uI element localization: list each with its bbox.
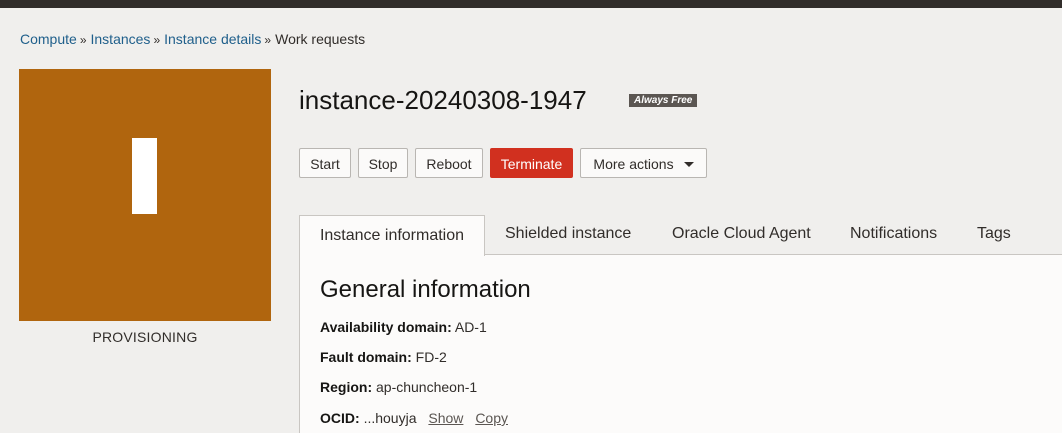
- tab-instance-information[interactable]: Instance information: [299, 215, 485, 256]
- status-label: PROVISIONING: [92, 329, 198, 345]
- stop-button[interactable]: Stop: [358, 148, 408, 178]
- ocid-show-link[interactable]: Show: [428, 410, 463, 426]
- fault-domain-label: Fault domain:: [320, 349, 412, 365]
- availability-domain-label: Availability domain:: [320, 319, 452, 335]
- terminate-button[interactable]: Terminate: [490, 148, 573, 178]
- ocid-label: OCID:: [320, 410, 360, 426]
- reboot-button[interactable]: Reboot: [415, 148, 483, 178]
- tab-tags[interactable]: Tags: [977, 215, 1011, 255]
- start-button[interactable]: Start: [299, 148, 351, 178]
- tab-shielded-instance[interactable]: Shielded instance: [505, 215, 631, 255]
- more-actions-label: More actions: [593, 156, 674, 172]
- instance-status-icon: [19, 69, 271, 321]
- always-free-badge: Always Free: [629, 94, 698, 107]
- breadcrumb-instances[interactable]: Instances: [91, 31, 151, 47]
- breadcrumb: Compute» Instances» Instance details» Work …: [20, 30, 365, 49]
- region-value: ap-chuncheon-1: [376, 379, 478, 395]
- ocid-row: OCID: ...houyja Show Copy: [320, 409, 508, 427]
- instance-letter-icon: [132, 138, 157, 214]
- breadcrumb-compute[interactable]: Compute: [20, 31, 77, 47]
- caret-down-icon: [683, 161, 694, 167]
- ocid-value: ...houyja: [363, 410, 417, 426]
- more-actions-button[interactable]: More actions: [580, 148, 707, 178]
- breadcrumb-separator: »: [264, 33, 272, 47]
- tab-notifications[interactable]: Notifications: [850, 215, 937, 255]
- fault-domain-value: FD-2: [415, 349, 447, 365]
- breadcrumb-separator: »: [79, 33, 87, 47]
- breadcrumb-current: Work requests: [275, 31, 366, 47]
- ocid-copy-link[interactable]: Copy: [475, 410, 508, 426]
- availability-domain-value: AD-1: [454, 319, 487, 335]
- region-label: Region:: [320, 379, 373, 395]
- breadcrumb-instance-details[interactable]: Instance details: [164, 31, 261, 47]
- fault-domain-row: Fault domain: FD-2: [320, 348, 447, 366]
- top-bar: [0, 0, 1062, 8]
- region-row: Region: ap-chuncheon-1: [320, 378, 477, 396]
- section-title: General information: [320, 276, 531, 303]
- breadcrumb-separator: »: [153, 33, 161, 47]
- availability-domain-row: Availability domain: AD-1: [320, 318, 487, 336]
- page-title: instance-20240308-1947: [299, 85, 587, 115]
- tab-oracle-cloud-agent[interactable]: Oracle Cloud Agent: [672, 215, 811, 255]
